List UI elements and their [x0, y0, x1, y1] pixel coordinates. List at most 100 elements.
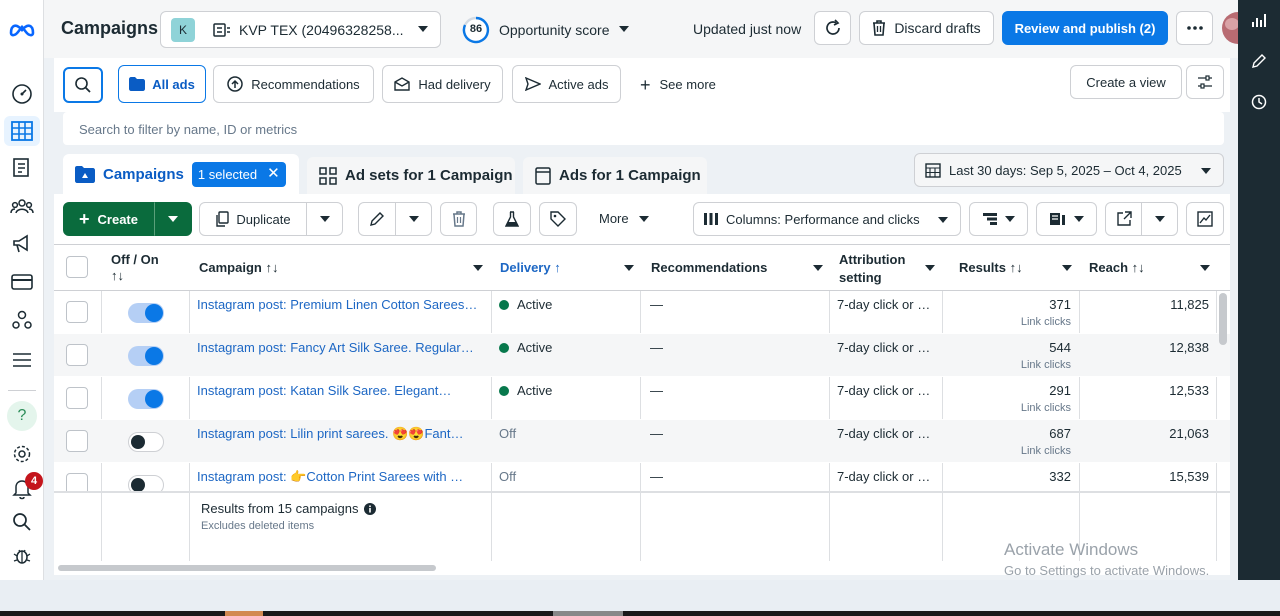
settings-gear-icon[interactable] [7, 439, 37, 469]
campaign-name-link[interactable]: Instagram post: Lilin print sarees. 😍😍Fa… [197, 426, 483, 442]
breakdown-button[interactable] [969, 202, 1028, 236]
active-ads-filter[interactable]: Active ads [512, 65, 621, 103]
clear-selection-icon[interactable]: ✕ [267, 166, 280, 181]
campaigns-table-icon[interactable] [4, 116, 40, 146]
date-chevron-down-icon [1201, 168, 1211, 174]
account-selector[interactable]: K KVP TEX (20496328258... [160, 11, 441, 48]
campaign-column-menu-icon[interactable] [473, 265, 483, 271]
tab-ads[interactable]: Ads for 1 Campaign [523, 157, 707, 194]
opportunity-score-label[interactable]: Opportunity score [499, 22, 610, 38]
vertical-scrollbar[interactable] [1219, 293, 1227, 345]
header-campaign[interactable]: Campaign ↑↓ [199, 260, 278, 275]
create-view-button[interactable]: Create a view [1070, 65, 1182, 99]
reports-button[interactable] [1036, 202, 1097, 236]
reach-column-menu-icon[interactable] [1200, 265, 1210, 271]
header-off-on[interactable]: Off / On ↑↓ [111, 252, 159, 284]
dashboard-icon[interactable] [7, 79, 37, 109]
create-button[interactable]: + Create [63, 202, 154, 236]
header-recommendations[interactable]: Recommendations [651, 260, 767, 275]
billing-card-icon[interactable] [7, 267, 37, 297]
pages-icon[interactable] [7, 153, 37, 183]
more-options-button[interactable] [1176, 11, 1213, 45]
history-clock-icon[interactable] [1251, 94, 1267, 110]
delete-button[interactable] [440, 202, 477, 236]
row-checkbox[interactable] [66, 387, 88, 409]
tab-ad-sets[interactable]: Ad sets for 1 Campaign [307, 157, 515, 194]
selected-chip[interactable]: 1 selected ✕ [191, 161, 286, 187]
header-delivery[interactable]: Delivery ↑ [500, 260, 561, 275]
attribution-column-menu-icon[interactable] [925, 265, 935, 271]
campaign-toggle[interactable] [128, 346, 164, 366]
edit-dropdown-button[interactable] [395, 202, 432, 236]
header-attribution[interactable]: Attribution setting [839, 251, 905, 287]
menu-icon[interactable] [7, 345, 37, 375]
row-checkbox[interactable] [66, 344, 88, 366]
tab-campaigns-label: Campaigns [103, 165, 184, 183]
create-dropdown-button[interactable] [154, 202, 192, 236]
opportunity-score-ring[interactable]: 86 [462, 16, 490, 44]
info-icon[interactable] [363, 502, 376, 515]
table-row[interactable]: Instagram post: Fancy Art Silk Saree. Re… [54, 334, 1230, 377]
refresh-button[interactable] [814, 11, 851, 45]
os-taskbar [0, 580, 1280, 616]
search-button[interactable] [63, 67, 103, 103]
edit-button[interactable] [358, 202, 396, 236]
table-row[interactable]: Instagram post: Premium Linen Cotton Sar… [54, 291, 1230, 334]
search-input[interactable]: Search to filter by name, ID or metrics [63, 112, 1224, 145]
table-row[interactable]: Instagram post: Katan Silk Saree. Elegan… [54, 377, 1230, 420]
header-results[interactable]: Results ↑↓ [959, 260, 1023, 275]
audiences-icon[interactable] [7, 191, 37, 221]
delivery-column-menu-icon[interactable] [624, 265, 634, 271]
campaign-toggle[interactable] [128, 432, 164, 452]
flask-icon [505, 211, 519, 227]
all-ads-filter[interactable]: All ads [118, 65, 206, 103]
duplicate-button[interactable]: Duplicate [199, 202, 307, 236]
account-avatar: K [171, 17, 195, 42]
opportunity-chevron-down-icon[interactable] [619, 26, 629, 32]
events-manager-icon[interactable] [7, 305, 37, 335]
header-reach[interactable]: Reach ↑↓ [1089, 260, 1145, 275]
chart-view-button[interactable] [1186, 202, 1224, 236]
export-dropdown-button[interactable] [1141, 202, 1178, 236]
ab-test-button[interactable] [493, 202, 531, 236]
columns-selector[interactable]: Columns: Performance and clicks [693, 202, 961, 236]
line-chart-icon [1197, 211, 1213, 227]
campaign-name-link[interactable]: Instagram post: Katan Silk Saree. Elegan… [197, 383, 483, 398]
date-range-picker[interactable]: Last 30 days: Sep 5, 2025 – Oct 4, 2025 [914, 153, 1224, 187]
edit-pencil-icon[interactable] [1251, 53, 1267, 69]
tab-campaigns[interactable]: Campaigns 1 selected ✕ [63, 154, 299, 194]
reach-value: 12,838 [1169, 340, 1209, 355]
meta-logo-icon[interactable] [7, 14, 37, 44]
results-column-menu-icon[interactable] [1062, 265, 1072, 271]
row-checkbox[interactable] [66, 430, 88, 452]
review-publish-button[interactable]: Review and publish (2) [1002, 11, 1168, 45]
select-all-checkbox[interactable] [66, 256, 88, 278]
search-icon[interactable] [7, 507, 37, 537]
duplicate-dropdown-button[interactable] [306, 202, 343, 236]
filter-settings-button[interactable] [1186, 65, 1224, 99]
bar-chart-icon[interactable] [1251, 12, 1267, 28]
horizontal-scrollbar[interactable] [58, 565, 436, 571]
active-ads-label: Active ads [548, 76, 609, 92]
duplicate-chevron-down-icon [319, 216, 330, 222]
bug-report-icon[interactable] [7, 541, 37, 571]
see-more-filters[interactable]: + See more [640, 76, 716, 94]
help-icon[interactable]: ? [7, 401, 37, 431]
megaphone-icon[interactable] [7, 229, 37, 259]
attribution-cell: 7-day click or … [837, 297, 931, 312]
campaign-name-link[interactable]: Instagram post: 👉Cotton Print Sarees wit… [197, 469, 483, 485]
table-row[interactable]: Instagram post: Lilin print sarees. 😍😍Fa… [54, 420, 1230, 463]
had-delivery-filter[interactable]: Had delivery [382, 65, 503, 103]
discard-drafts-button[interactable]: Discard drafts [859, 11, 994, 45]
recommendations-column-menu-icon[interactable] [813, 265, 823, 271]
campaign-toggle[interactable] [128, 389, 164, 409]
campaign-name-link[interactable]: Instagram post: Fancy Art Silk Saree. Re… [197, 340, 483, 355]
recommendations-filter[interactable]: Recommendations [213, 65, 374, 103]
more-actions-button[interactable]: More [599, 211, 649, 226]
campaign-name-link[interactable]: Instagram post: Premium Linen Cotton Sar… [197, 297, 483, 312]
row-checkbox[interactable] [66, 301, 88, 323]
sort-arrows-icon: ↑↓ [1131, 260, 1145, 275]
tag-button[interactable] [539, 202, 577, 236]
campaign-toggle[interactable] [128, 303, 164, 323]
export-button[interactable] [1105, 202, 1142, 236]
